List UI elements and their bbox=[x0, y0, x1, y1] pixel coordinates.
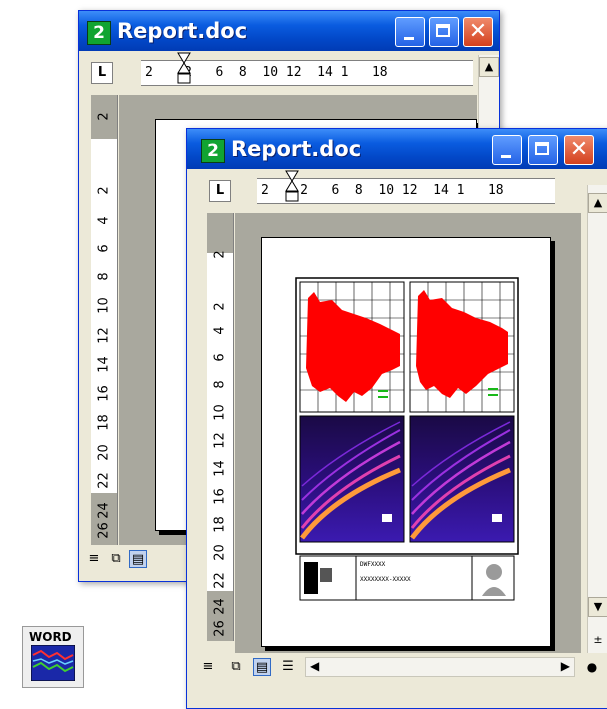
normal-view-icon[interactable]: ≡ bbox=[85, 550, 103, 568]
window-title: Report.doc bbox=[117, 19, 248, 43]
ruler-strip[interactable]: 2 2 6 8 10 12 14 1 18 bbox=[257, 178, 555, 204]
window-title: Report.doc bbox=[231, 137, 362, 161]
close-icon: ✕ bbox=[468, 19, 488, 44]
scroll-down-button[interactable]: ▼ bbox=[588, 597, 607, 617]
ruler-label: 16 bbox=[212, 488, 228, 505]
icon-label: WORD bbox=[29, 630, 72, 644]
maximize-button[interactable] bbox=[429, 17, 459, 47]
ruler-label: 22 bbox=[212, 572, 228, 589]
app-icon: 2 bbox=[87, 21, 111, 45]
scroll-up-button[interactable]: ▲ bbox=[588, 193, 607, 213]
ruler-label: 20 bbox=[96, 444, 112, 461]
outline-view-icon[interactable]: ☰ bbox=[279, 658, 297, 676]
vertical-ruler[interactable]: 2 2 4 6 8 10 12 14 16 18 20 22 24 26 bbox=[91, 95, 118, 545]
ruler-label: 18 bbox=[212, 516, 228, 533]
vertical-scrollbar[interactable]: ▲ ▼ ± bbox=[587, 185, 607, 653]
tab-selector[interactable]: L bbox=[91, 62, 113, 84]
waveform-right bbox=[409, 281, 515, 413]
logo-mark bbox=[320, 568, 332, 582]
ruler-label: 6 bbox=[96, 244, 112, 253]
print-layout-icon[interactable]: ▤ bbox=[129, 550, 147, 568]
ruler-label: 26 bbox=[212, 620, 228, 637]
report-window-front[interactable]: 2 Report.doc ✕ L 2 2 6 8 10 12 14 1 18 2… bbox=[186, 128, 607, 709]
ruler-label: 4 bbox=[212, 326, 228, 335]
minimize-icon bbox=[501, 155, 511, 158]
tab-selector[interactable]: L bbox=[209, 180, 231, 202]
ruler-label: 22 bbox=[96, 472, 112, 489]
person-icon bbox=[486, 564, 502, 580]
web-layout-icon[interactable]: ⧉ bbox=[107, 550, 125, 568]
ruler-label: 2 bbox=[96, 112, 112, 121]
minimize-button[interactable] bbox=[395, 17, 425, 47]
horizontal-scrollbar[interactable]: ◀ ▶ bbox=[305, 657, 575, 677]
close-button[interactable]: ✕ bbox=[463, 17, 493, 47]
select-browse-object-icon[interactable]: ● bbox=[583, 658, 601, 676]
indent-marker-icon[interactable] bbox=[177, 51, 191, 85]
indent-marker-icon[interactable] bbox=[285, 169, 299, 203]
view-toolbar: ≡ ⧉ ▤ ☰ ◀ ▶ ● bbox=[187, 653, 607, 683]
ruler-label: 16 bbox=[96, 385, 112, 402]
ruler-label: 4 bbox=[96, 216, 112, 225]
spectrogram-right bbox=[409, 415, 515, 543]
ruler-label: 10 bbox=[212, 404, 228, 421]
app-icon: 2 bbox=[201, 139, 225, 163]
scroll-up-button[interactable]: ▲ bbox=[479, 57, 499, 77]
footer-line2: XXXXXXXX-XXXXX bbox=[360, 576, 411, 583]
web-layout-icon[interactable]: ⧉ bbox=[227, 658, 245, 676]
ruler-label: 14 bbox=[96, 356, 112, 373]
word-desktop-icon[interactable]: WORD bbox=[22, 626, 84, 688]
maximize-button[interactable] bbox=[528, 135, 558, 165]
document-page[interactable]: DWFXXXX XXXXXXXX-XXXXX bbox=[261, 237, 551, 647]
ruler-label: 20 bbox=[212, 544, 228, 561]
maximize-icon bbox=[436, 24, 450, 37]
logo-mark bbox=[304, 562, 318, 594]
ruler-label: 12 bbox=[212, 432, 228, 449]
horizontal-ruler[interactable]: L 2 2 6 8 10 12 14 1 18 bbox=[79, 51, 499, 95]
ruler-label: 2 bbox=[212, 302, 228, 311]
word-chart-icon bbox=[31, 645, 75, 681]
ruler-label: 12 bbox=[96, 327, 112, 344]
maximize-icon bbox=[535, 142, 549, 155]
ruler-label: 18 bbox=[96, 414, 112, 431]
ruler-label: 6 bbox=[212, 353, 228, 362]
title-bar[interactable]: 2 Report.doc ✕ bbox=[187, 129, 607, 169]
ruler-label: 10 bbox=[96, 297, 112, 314]
document-area[interactable]: DWFXXXX XXXXXXXX-XXXXX bbox=[235, 213, 581, 653]
scroll-right-icon[interactable]: ▶ bbox=[561, 659, 570, 673]
close-button[interactable]: ✕ bbox=[564, 135, 594, 165]
scroll-left-icon[interactable]: ◀ bbox=[310, 659, 319, 673]
footer-line1: DWFXXXX bbox=[360, 561, 386, 568]
ruler-label: 26 bbox=[96, 522, 112, 539]
ruler-label: 8 bbox=[212, 380, 228, 389]
minimize-icon bbox=[404, 37, 414, 40]
minimize-button[interactable] bbox=[492, 135, 522, 165]
close-icon: ✕ bbox=[569, 137, 589, 162]
vertical-ruler[interactable]: 2 2 4 6 8 10 12 14 16 18 20 22 24 26 bbox=[207, 213, 234, 641]
ruler-label: 8 bbox=[96, 272, 112, 281]
waveform-left bbox=[299, 281, 405, 413]
ruler-label: 2 bbox=[212, 250, 228, 259]
horizontal-ruler[interactable]: L 2 2 6 8 10 12 14 1 18 bbox=[187, 169, 607, 213]
ruler-label: 14 bbox=[212, 460, 228, 477]
title-bar[interactable]: 2 Report.doc ✕ bbox=[79, 11, 499, 51]
spectrogram-left bbox=[299, 415, 405, 543]
previous-page-icon[interactable]: ± bbox=[588, 631, 607, 651]
print-layout-icon[interactable]: ▤ bbox=[253, 658, 271, 676]
report-figure bbox=[295, 277, 519, 601]
normal-view-icon[interactable]: ≡ bbox=[199, 658, 217, 676]
ruler-label: 2 bbox=[96, 186, 112, 195]
